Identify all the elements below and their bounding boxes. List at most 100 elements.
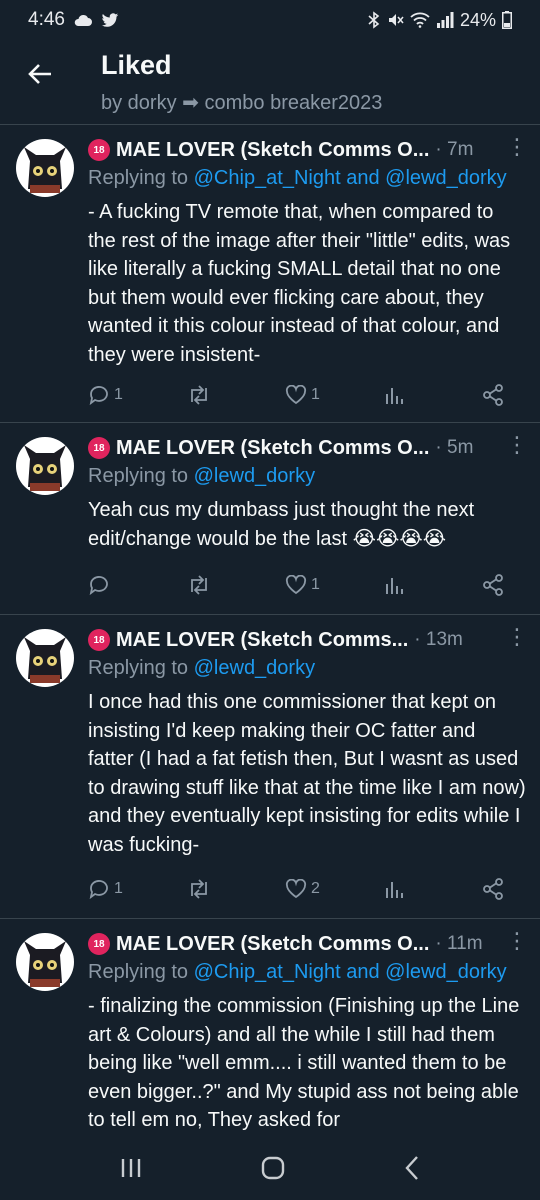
like-count: 1 — [311, 386, 320, 403]
tweet[interactable]: 18 MAE LOVER (Sketch Comms O... · 5m ⋮ R… — [0, 422, 540, 614]
bluetooth-icon — [368, 11, 380, 29]
retweet-button[interactable] — [187, 574, 223, 596]
black-cat-avatar-icon — [24, 147, 66, 193]
adult-content-badge: 18 — [88, 933, 110, 955]
avatar[interactable] — [16, 139, 74, 197]
chevron-left-icon — [405, 1155, 419, 1180]
reply-mentions[interactable]: @lewd_dorky — [194, 657, 315, 679]
tweet-text: - finalizing the commission (Finishing u… — [88, 995, 525, 1132]
tweet[interactable]: 18 MAE LOVER (Sketch Comms O... · 7m ⋮ R… — [0, 124, 540, 422]
share-icon — [483, 878, 503, 900]
reply-mentions[interactable]: @Chip_at_Night and @lewd_dorky — [194, 167, 507, 189]
adult-content-badge: 18 — [88, 437, 110, 459]
reply-mentions[interactable]: @lewd_dorky — [194, 465, 315, 487]
author-name[interactable]: MAE LOVER (Sketch Comms... — [116, 629, 408, 652]
like-button[interactable]: 1 — [285, 575, 321, 595]
comment-icon — [89, 880, 108, 900]
bar-chart-icon — [385, 578, 403, 594]
page-title: Liked — [101, 50, 172, 80]
retweet-button[interactable] — [187, 878, 223, 900]
reply-mentions[interactable]: @Chip_at_Night and @lewd_dorky — [194, 961, 507, 983]
tweet-header: 18 MAE LOVER (Sketch Comms O... · 11m — [88, 929, 526, 959]
retweet-button[interactable] — [187, 384, 223, 406]
more-options-icon[interactable]: ⋮ — [506, 930, 528, 952]
author-name[interactable]: MAE LOVER (Sketch Comms O... — [116, 933, 429, 956]
replying-to-label: Replying to — [88, 961, 194, 983]
tweet-header: 18 MAE LOVER (Sketch Comms... · 13m — [88, 625, 526, 655]
mute-icon — [388, 14, 404, 26]
subtitle-prefix: by dorky — [101, 92, 177, 114]
black-cat-avatar-icon — [24, 941, 66, 987]
replying-to: Replying to @lewd_dorky — [88, 657, 526, 680]
tweet-content: 18 MAE LOVER (Sketch Comms... · 13m ⋮ Re… — [88, 625, 532, 860]
tweet[interactable]: 18 MAE LOVER (Sketch Comms... · 13m ⋮ Re… — [0, 614, 540, 918]
avatar[interactable] — [16, 933, 74, 991]
battery-percent: 24% — [459, 9, 496, 30]
tweet-header: 18 MAE LOVER (Sketch Comms O... · 5m — [88, 433, 526, 463]
page-subtitle: by dorky ➡ combo breaker2023 — [101, 90, 382, 115]
share-icon — [483, 574, 503, 596]
tweet-actions: 1 — [88, 571, 518, 599]
author-name[interactable]: MAE LOVER (Sketch Comms O... — [116, 139, 429, 162]
recent-apps-button[interactable] — [119, 1157, 143, 1184]
adult-content-badge: 18 — [88, 139, 110, 161]
tweet-text: - A fucking TV remote that, when compare… — [88, 201, 516, 366]
avatar[interactable] — [16, 437, 74, 495]
replying-to-label: Replying to — [88, 657, 194, 679]
retweet-icon — [190, 385, 207, 405]
recent-apps-icon — [121, 1158, 140, 1177]
tweet-content: 18 MAE LOVER (Sketch Comms O... · 7m ⋮ R… — [88, 135, 528, 370]
views-button[interactable] — [384, 575, 420, 595]
views-button[interactable] — [384, 879, 420, 899]
tweet-time: · 7m — [435, 139, 474, 160]
more-options-icon[interactable]: ⋮ — [506, 626, 528, 648]
arrow-left-icon — [28, 64, 51, 84]
replying-to-label: Replying to — [88, 465, 194, 487]
retweet-icon — [190, 575, 207, 595]
like-button[interactable]: 1 — [285, 385, 321, 405]
tweet-actions: 1 2 — [88, 875, 518, 903]
share-button[interactable] — [482, 878, 518, 900]
subtitle-suffix: combo breaker2023 — [204, 92, 383, 114]
like-count: 1 — [311, 576, 320, 593]
author-name[interactable]: MAE LOVER (Sketch Comms O... — [116, 437, 429, 460]
tweet-content: 18 MAE LOVER (Sketch Comms O... · 5m ⋮ R… — [88, 433, 528, 553]
back-button[interactable] — [22, 56, 58, 92]
twitter-bird-icon — [101, 12, 119, 27]
tweet-time: · 13m — [414, 629, 463, 650]
retweet-icon — [190, 879, 207, 899]
tweet-actions: 1 1 — [88, 381, 518, 409]
reply-count: 1 — [114, 880, 123, 897]
back-nav-button[interactable] — [403, 1155, 421, 1186]
heart-icon — [285, 385, 307, 405]
more-options-icon[interactable]: ⋮ — [506, 136, 528, 158]
share-button[interactable] — [482, 384, 518, 406]
share-button[interactable] — [482, 574, 518, 596]
reply-count: 1 — [114, 386, 123, 403]
comment-icon — [89, 386, 108, 406]
views-button[interactable] — [384, 385, 420, 405]
cloud-icon — [74, 14, 92, 26]
battery-icon — [502, 11, 512, 29]
like-count: 2 — [311, 880, 320, 897]
replying-to-label: Replying to — [88, 167, 194, 189]
avatar[interactable] — [16, 629, 74, 687]
black-cat-avatar-icon — [24, 445, 66, 491]
tweet[interactable]: 18 MAE LOVER (Sketch Comms O... · 11m ⋮ … — [0, 918, 540, 1140]
reply-button[interactable]: 1 — [88, 384, 124, 406]
reply-button[interactable]: 1 — [88, 878, 124, 900]
more-options-icon[interactable]: ⋮ — [506, 434, 528, 456]
system-nav-bar — [0, 1140, 540, 1200]
clock: 4:46 — [28, 9, 65, 30]
share-icon — [483, 384, 503, 406]
home-icon — [261, 1156, 285, 1179]
like-button[interactable]: 2 — [285, 879, 321, 899]
home-button[interactable] — [260, 1155, 286, 1186]
bar-chart-icon — [385, 388, 403, 404]
tweet-text: I once had this one commissioner that ke… — [88, 691, 532, 856]
soon-arrow-emoji: ➡ — [182, 92, 199, 114]
reply-button[interactable] — [88, 574, 124, 596]
black-cat-avatar-icon — [24, 637, 66, 683]
replying-to: Replying to @Chip_at_Night and @lewd_dor… — [88, 167, 526, 190]
tweet-time: · 11m — [435, 933, 483, 954]
